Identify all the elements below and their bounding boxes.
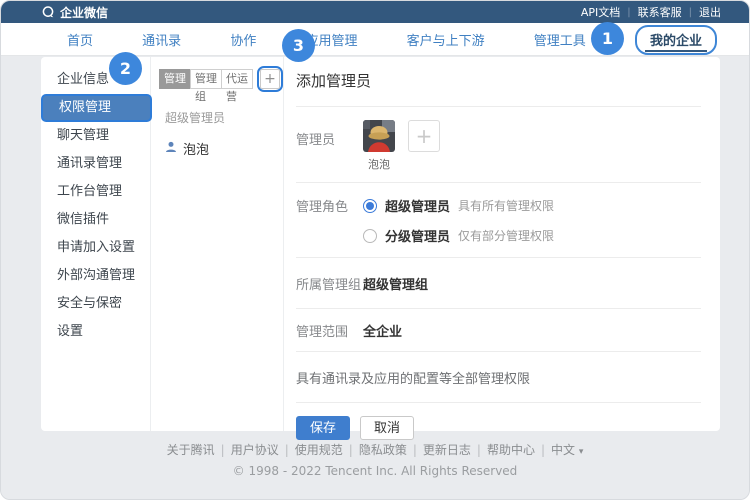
wecom-admin-window: 企业微信 API文档 | 联系客服 | 退出 首页 通讯录 协作 应用管理 客户… (0, 0, 750, 500)
nav-item-home[interactable]: 首页 (67, 30, 93, 49)
admin-group-label: 超级管理员 (165, 111, 226, 125)
footer-link-privacy[interactable]: 隐私政策 (359, 443, 407, 457)
page-title: 添加管理员 (296, 70, 701, 107)
add-member-button[interactable]: + (408, 120, 440, 152)
wecom-logo-text: 企业微信 (60, 5, 109, 20)
radio-unselected-icon[interactable] (363, 228, 377, 243)
selected-admin: 泡泡 (363, 120, 395, 172)
tab-administrators[interactable]: 管理员 (159, 69, 191, 103)
nav-item-my-company[interactable]: 我的企业 (650, 34, 702, 49)
footer-link-about[interactable]: 关于腾讯 (167, 443, 215, 457)
add-admin-button[interactable]: + (260, 69, 280, 89)
save-button[interactable]: 保存 (296, 416, 351, 440)
nav-item-collaboration[interactable]: 协作 (230, 30, 256, 49)
settings-sidebar: 企业信息 权限管理 聊天管理 通讯录管理 工作台管理 微信插件 申请加入设置 外… (41, 57, 152, 431)
api-docs-link[interactable]: API文档 (581, 4, 620, 20)
scope-field-value: 全企业 (363, 325, 403, 340)
role-option-desc: 仅有部分管理权限 (458, 229, 555, 243)
footer-links: 关于腾讯 | 用户协议 | 使用规范 | 隐私政策 | 更新日志 | 帮助中心 | 中文 ▾ (166, 443, 584, 457)
group-field-label: 所属管理组 (296, 278, 362, 293)
admin-member-name: 泡泡 (183, 143, 210, 158)
sidebar-item-contacts-management[interactable]: 通讯录管理 (41, 150, 150, 178)
nav-item-customers[interactable]: 客户与上下游 (407, 30, 485, 49)
admin-group-row: 所属管理组 超级管理组 (296, 258, 701, 309)
annotation-box-my-company: 我的企业 (634, 25, 717, 55)
sidebar-item-wechat-plugin[interactable]: 微信插件 (41, 206, 150, 234)
tab-admin-groups[interactable]: 管理组 (190, 69, 222, 103)
scope-row: 管理范围 全企业 (296, 309, 701, 352)
wecom-logo[interactable]: 企业微信 (41, 4, 108, 21)
role-options: 超级管理员 具有所有管理权限 分级管理员 仅有部分管理权限 (363, 196, 554, 245)
copyright-text: © 1998 - 2022 Tencent Inc. All Rights Re… (232, 464, 518, 478)
sidebar-item-security[interactable]: 安全与保密 (41, 290, 150, 318)
role-option-name: 分级管理员 (385, 230, 451, 245)
avatar (363, 120, 395, 152)
topbar: 企业微信 API文档 | 联系客服 | 退出 (1, 1, 749, 23)
add-admin-form: 添加管理员 管理员 泡泡 + 管理角色 超级管理员 具有所有管理权限 分级管理员… (284, 57, 720, 440)
topbar-links: API文档 | 联系客服 | 退出 (581, 4, 721, 20)
nav-item-contacts[interactable]: 通讯录 (142, 30, 181, 49)
admin-list-item[interactable]: 泡泡 (165, 139, 283, 158)
footer-link-usage-rules[interactable]: 使用规范 (295, 443, 343, 457)
wecom-chat-bubble-icon (41, 5, 55, 19)
sidebar-item-workbench-management[interactable]: 工作台管理 (41, 178, 150, 206)
annotation-step-3-badge: 3 (282, 29, 315, 62)
footer-link-help-center[interactable]: 帮助中心 (487, 443, 535, 457)
role-option-super-admin[interactable]: 超级管理员 具有所有管理权限 (363, 196, 554, 215)
sidebar-item-permission-management[interactable]: 权限管理 (41, 94, 152, 122)
content-panel: 企业信息 权限管理 聊天管理 通讯录管理 工作台管理 微信插件 申请加入设置 外… (41, 57, 720, 440)
sidebar-item-chat-management[interactable]: 聊天管理 (41, 122, 150, 150)
role-field-label: 管理角色 (296, 200, 349, 215)
contact-support-link[interactable]: 联系客服 (638, 4, 682, 20)
sidebar-item-join-settings[interactable]: 申请加入设置 (41, 234, 150, 262)
admin-field-label: 管理员 (296, 133, 336, 148)
main-navbar: 首页 通讯录 协作 应用管理 客户与上下游 管理工具 我的企业 (1, 23, 749, 56)
permission-note: 具有通讯录及应用的配置等全部管理权限 (296, 352, 701, 403)
page-body: 企业信息 权限管理 聊天管理 通讯录管理 工作台管理 微信插件 申请加入设置 外… (1, 57, 749, 499)
role-option-desc: 具有所有管理权限 (458, 199, 555, 213)
annotation-step-2-badge: 2 (109, 52, 142, 85)
annotation-box-add-admin: + (257, 66, 283, 92)
group-field-value: 超级管理组 (363, 278, 429, 293)
admin-tabs: 管理员 管理组 代运营 + (159, 66, 283, 103)
radio-selected-icon[interactable] (363, 198, 377, 213)
footer-link-user-agreement[interactable]: 用户协议 (231, 443, 279, 457)
page-footer: 关于腾讯 | 用户协议 | 使用规范 | 隐私政策 | 更新日志 | 帮助中心 | 中文 ▾ © 199… (1, 441, 749, 478)
divider: | (627, 6, 631, 18)
person-icon (165, 141, 177, 157)
footer-language-selector[interactable]: 中文 ▾ (551, 443, 583, 457)
tab-agent-ops[interactable]: 代运营 (221, 69, 253, 103)
sidebar-item-settings[interactable]: 设置 (41, 318, 150, 346)
divider: | (688, 6, 692, 18)
nav-item-admin-tools[interactable]: 管理工具 (534, 30, 586, 49)
logout-link[interactable]: 退出 (699, 4, 721, 20)
cancel-button[interactable]: 取消 (360, 416, 415, 440)
annotation-step-1-badge: 1 (591, 22, 624, 55)
admin-select-row: 管理员 泡泡 + (296, 107, 701, 183)
role-option-name: 超级管理员 (385, 200, 451, 215)
admin-list-column: 管理员 管理组 代运营 + 超级管理员 泡泡 (151, 57, 284, 431)
caret-down-icon: ▾ (578, 447, 584, 457)
role-option-sub-admin[interactable]: 分级管理员 仅有部分管理权限 (363, 226, 554, 245)
avatar-name: 泡泡 (368, 158, 390, 171)
footer-link-changelog[interactable]: 更新日志 (423, 443, 471, 457)
scope-field-label: 管理范围 (296, 325, 349, 340)
role-row: 管理角色 超级管理员 具有所有管理权限 分级管理员 仅有部分管理权限 (296, 183, 701, 258)
form-actions: 保存 取消 (296, 403, 701, 440)
sidebar-item-external-communication[interactable]: 外部沟通管理 (41, 262, 150, 290)
